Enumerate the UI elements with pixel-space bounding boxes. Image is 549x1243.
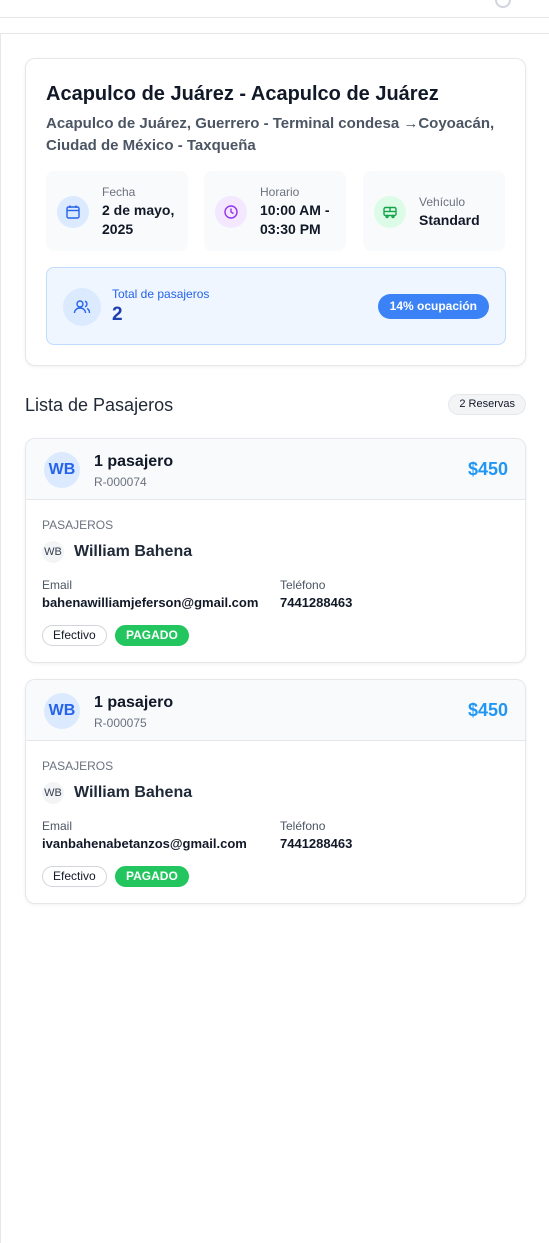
date-label: Fecha <box>102 185 136 199</box>
reservation-passenger-count: 1 pasajero <box>94 453 174 470</box>
email-label: Email <box>42 819 73 833</box>
trip-route: Acapulco de Juárez, Guerrero - Terminal … <box>46 115 495 154</box>
trip-summary-card: Acapulco de Juárez - Acapulco de Juárez … <box>25 58 526 366</box>
time-label: Horario <box>260 185 300 199</box>
vehicle-value: Standard <box>419 212 480 228</box>
date-value: 2 de mayo, 2025 <box>102 202 175 237</box>
clock-icon <box>215 196 247 228</box>
avatar: WB <box>44 452 80 488</box>
reservation-code: R-000075 <box>94 716 147 730</box>
passenger-list-title: Lista de Pasajeros <box>25 395 174 415</box>
user-menu-icon[interactable] <box>495 0 511 8</box>
passengers-section-label: PASAJEROS <box>42 759 114 773</box>
email-label: Email <box>42 578 73 592</box>
avatar: WB <box>44 693 80 729</box>
vehicle-info: Vehículo Standard <box>363 171 505 251</box>
email-value: ivanbahenabetanzos@gmail.com <box>42 836 247 851</box>
reservation-card[interactable]: WB 1 pasajero R-000074 $450 PASAJEROS WB… <box>25 438 526 663</box>
payment-status-badge: PAGADO <box>115 625 189 646</box>
passengers-value: 2 <box>112 304 123 325</box>
reservation-passenger-count: 1 pasajero <box>94 694 174 711</box>
passengers-label: Total de pasajeros <box>112 287 210 301</box>
phone-label: Teléfono <box>280 819 326 833</box>
occupancy-badge: 14% ocupación <box>377 294 489 319</box>
bus-icon <box>374 196 406 228</box>
phone-value: 7441288463 <box>280 595 353 610</box>
payment-status-badge: PAGADO <box>115 866 189 887</box>
passenger-name: William Bahena <box>74 784 193 801</box>
email-value: bahenawilliamjeferson@gmail.com <box>42 595 259 610</box>
reservation-price: $450 <box>467 700 508 720</box>
passengers-section-label: PASAJEROS <box>42 518 114 532</box>
passenger-avatar: WB <box>42 541 64 563</box>
reservation-card[interactable]: WB 1 pasajero R-000075 $450 PASAJEROS WB… <box>25 679 526 904</box>
sub-bar <box>0 18 549 34</box>
reservation-code: R-000074 <box>94 475 147 489</box>
payment-method-badge: Efectivo <box>42 866 107 887</box>
payment-method-badge: Efectivo <box>42 625 107 646</box>
phone-value: 7441288463 <box>280 836 353 851</box>
date-info: Fecha 2 de mayo, 2025 <box>46 171 188 251</box>
time-info: Horario 10:00 AM - 03:30 PM <box>204 171 346 251</box>
phone-label: Teléfono <box>280 578 326 592</box>
time-value: 10:00 AM - 03:30 PM <box>260 202 330 237</box>
vehicle-label: Vehículo <box>419 195 466 209</box>
passenger-total-box: Total de pasajeros 2 14% ocupación <box>46 267 506 345</box>
reservation-price: $450 <box>467 459 508 479</box>
reservations-count-badge: 2 Reservas <box>448 394 526 415</box>
calendar-icon <box>57 196 89 228</box>
top-bar <box>0 0 549 18</box>
reservation-header: WB 1 pasajero R-000075 $450 <box>26 680 525 741</box>
reservation-header: WB 1 pasajero R-000074 $450 <box>26 439 525 500</box>
left-divider <box>0 34 1 1243</box>
passenger-avatar: WB <box>42 782 64 804</box>
trip-title: Acapulco de Juárez - Acapulco de Juárez <box>46 83 439 105</box>
users-icon <box>63 288 101 326</box>
passenger-name: William Bahena <box>74 543 193 560</box>
